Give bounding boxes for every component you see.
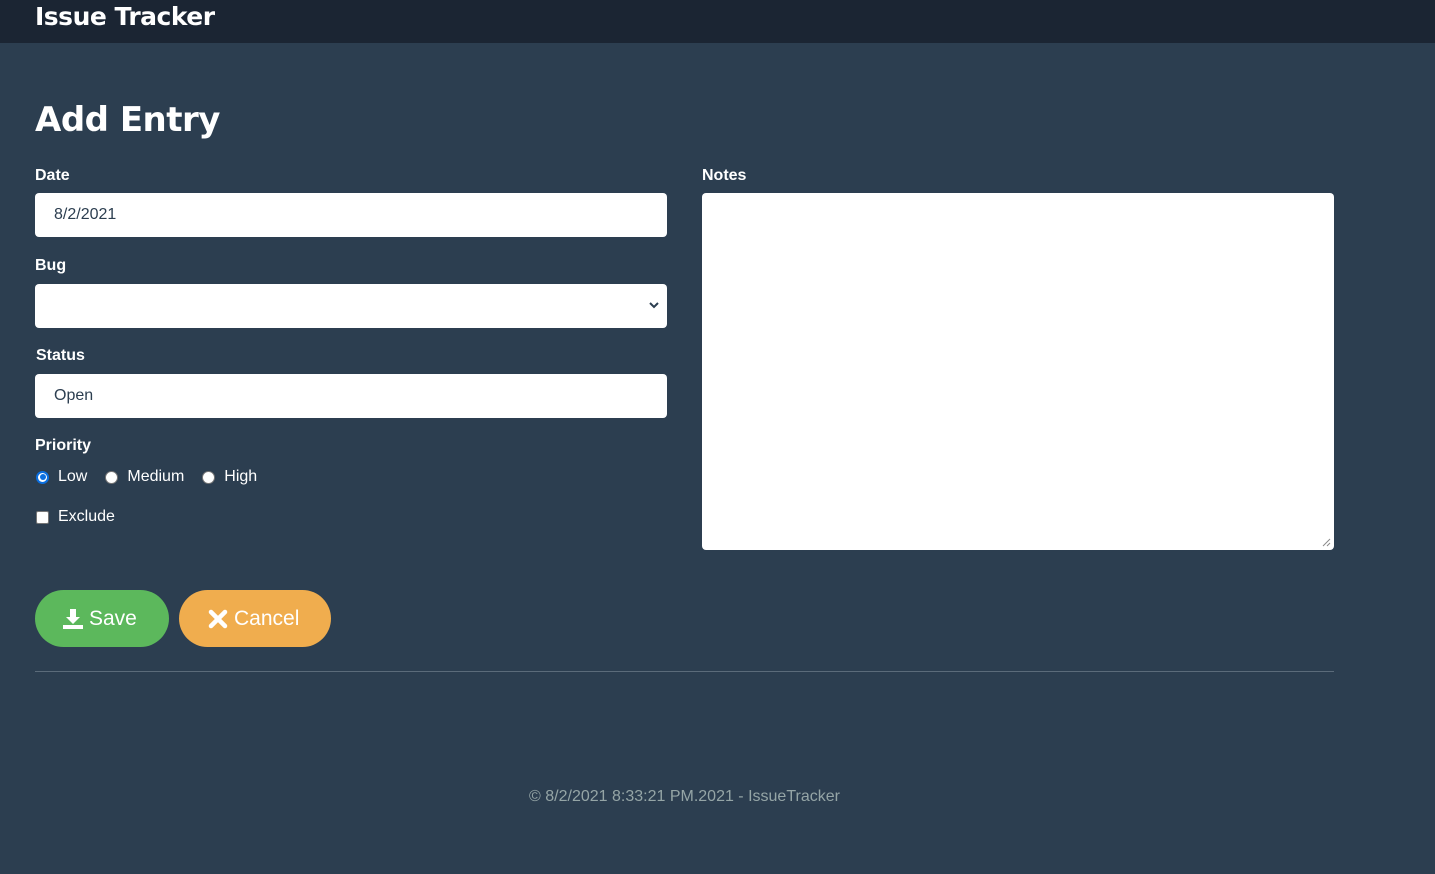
date-input[interactable]: 8/2/2021 xyxy=(35,193,667,237)
save-button-label: Save xyxy=(89,607,137,630)
priority-high-label[interactable]: High xyxy=(224,468,257,486)
download-icon xyxy=(63,608,83,629)
close-icon xyxy=(208,609,228,628)
status-input[interactable]: Open xyxy=(35,374,667,418)
priority-medium-radio[interactable] xyxy=(105,470,119,484)
priority-radio-group: Low Medium High xyxy=(35,466,274,488)
chevron-down-icon xyxy=(649,302,659,309)
status-value: Open xyxy=(54,387,94,404)
notes-label: Notes xyxy=(702,167,747,184)
page-title: Add Entry xyxy=(35,100,220,140)
exclude-row: Exclude xyxy=(35,506,115,528)
bug-label: Bug xyxy=(35,257,67,274)
resize-grip-icon[interactable] xyxy=(1321,537,1331,547)
bug-select[interactable] xyxy=(35,284,667,328)
cancel-button[interactable]: Cancel xyxy=(179,590,331,647)
priority-low-radio[interactable] xyxy=(36,470,49,484)
navbar: Issue Tracker xyxy=(0,0,1435,43)
cancel-button-label: Cancel xyxy=(234,607,300,630)
priority-low-label[interactable]: Low xyxy=(58,468,87,486)
priority-label: Priority xyxy=(35,437,92,454)
divider xyxy=(35,671,1334,672)
priority-high-radio[interactable] xyxy=(202,470,216,484)
footer-text: © 8/2/2021 8:33:21 PM.2021 - IssueTracke… xyxy=(529,788,840,805)
notes-textarea[interactable] xyxy=(702,193,1334,550)
date-label: Date xyxy=(35,167,70,184)
priority-medium-label[interactable]: Medium xyxy=(127,468,184,486)
status-label: Status xyxy=(36,347,85,364)
brand-link[interactable]: Issue Tracker xyxy=(35,0,215,34)
exclude-checkbox[interactable] xyxy=(36,510,49,524)
save-button[interactable]: Save xyxy=(35,590,169,647)
exclude-label[interactable]: Exclude xyxy=(58,508,115,526)
date-value: 8/2/2021 xyxy=(54,206,117,223)
